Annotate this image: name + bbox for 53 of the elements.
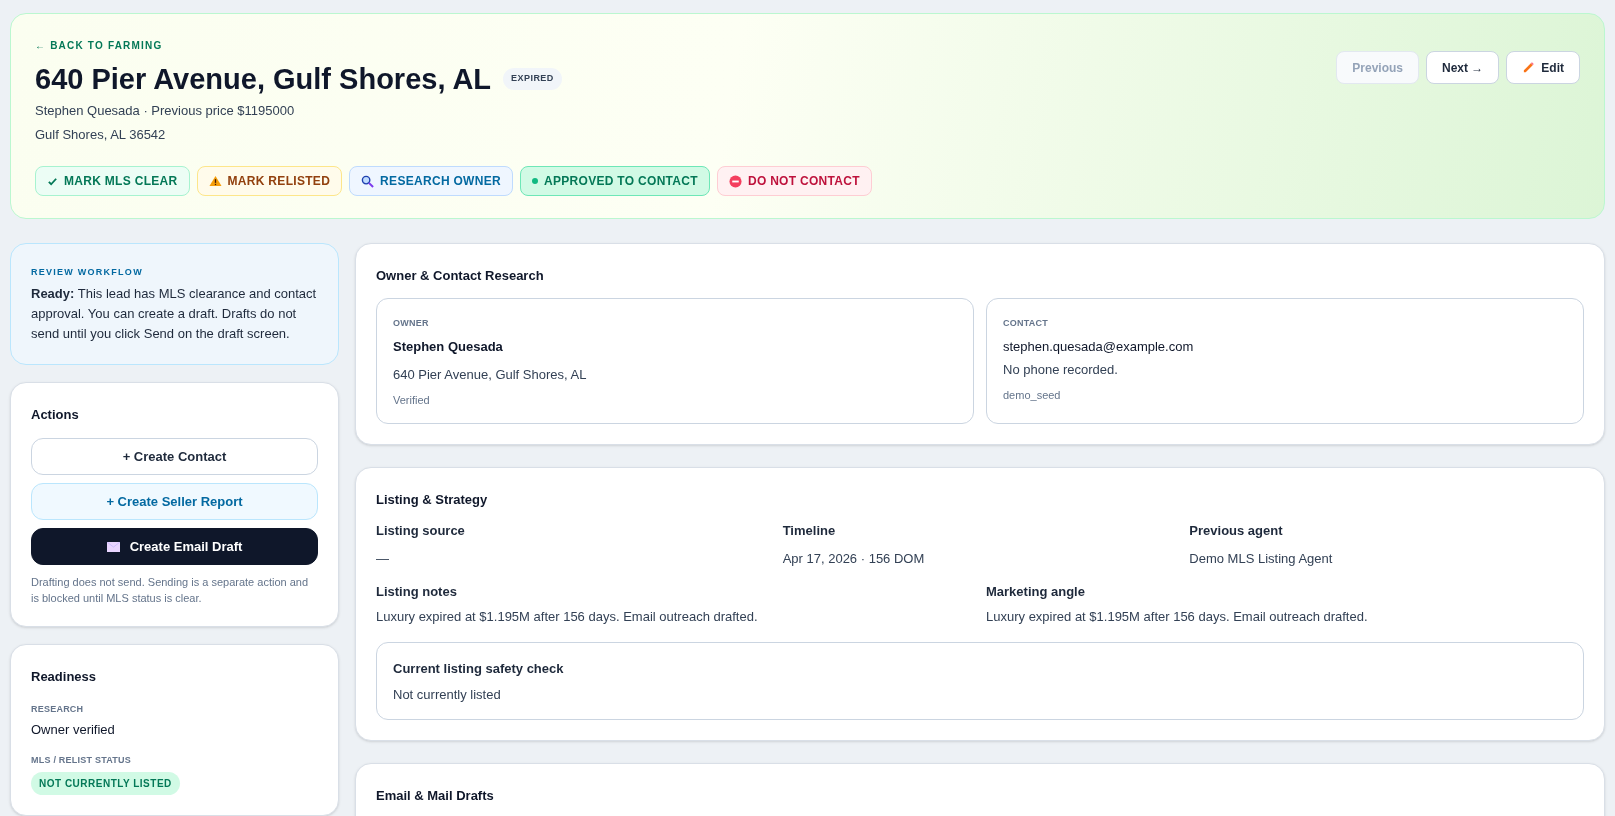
location-text: Gulf Shores, AL 36542 <box>35 125 167 144</box>
field-label: MLS / RELIST STATUS <box>31 753 132 767</box>
nav-button[interactable]: Edit <box>1506 51 1580 84</box>
field-label: Listing notes <box>376 583 458 602</box>
safety-check-value: Not currently listed <box>393 685 502 704</box>
contact-email: stephen.quesada@example.com <box>1003 338 1195 357</box>
field-label: CONTACT <box>1003 316 1049 330</box>
owner-price-text: Stephen Quesada · Previous price $1195000 <box>35 102 296 121</box>
pencil-icon <box>1522 61 1536 74</box>
field-value: Luxury expired at $1.195M after 156 days. Email outreach drafted. <box>376 607 759 626</box>
workflow-message: Ready: This lead has MLS clearance and contact approval. You can create a draft. Drafts do not send until you click Send on the draft screen. <box>31 284 318 343</box>
action-button[interactable]: + Create Contact <box>31 438 318 476</box>
panel-title: Actions <box>31 405 80 424</box>
field-value: Demo MLS Listing Agent <box>1189 549 1334 568</box>
panel-title: Readiness <box>31 668 98 687</box>
field-label: RESEARCH <box>31 702 85 716</box>
status-action-button[interactable]: RESEARCH OWNER <box>349 166 513 197</box>
action-button[interactable]: + Create Seller Report <box>31 483 318 521</box>
panel-title: Email & Mail Drafts <box>356 764 1604 816</box>
field-label: Marketing angle <box>986 583 1086 602</box>
field-value: — <box>376 549 390 568</box>
field-value: Luxury expired at $1.195M after 156 days. Email outreach drafted. <box>986 607 1369 626</box>
status-action-button[interactable]: MARK RELISTED <box>196 166 343 197</box>
nav-button[interactable]: Next → <box>1426 51 1500 84</box>
field-value: Owner verified <box>31 721 116 740</box>
field-label: OWNER <box>393 316 430 330</box>
field-label: Previous agent <box>1189 522 1284 541</box>
warning-icon <box>208 175 222 188</box>
field-label: Timeline <box>782 522 837 541</box>
section-label: REVIEW WORKFLOW <box>31 266 144 280</box>
back-link[interactable]: ← BACK TO FARMING <box>35 38 872 53</box>
owner-name: Stephen Quesada <box>393 338 504 357</box>
action-button[interactable]: Create Email Draft <box>31 528 318 566</box>
safety-check-title: Current listing safety check <box>393 660 565 679</box>
verification-status: Verified <box>393 393 431 409</box>
search-icon <box>361 174 375 188</box>
contact-phone: No phone recorded. <box>1003 360 1119 379</box>
no-entry-icon <box>728 174 742 188</box>
status-badge: NOT CURRENTLY LISTED <box>31 772 180 796</box>
status-action-button[interactable]: APPROVED TO CONTACT <box>520 166 710 197</box>
field-label: Listing source <box>376 522 466 541</box>
check-icon <box>47 175 58 187</box>
field-value: Apr 17, 2026 · 156 DOM <box>782 549 926 568</box>
status-action-button[interactable]: MARK MLS CLEAR <box>35 166 190 197</box>
status-action-button[interactable]: DO NOT CONTACT <box>716 166 872 197</box>
panel-title: Owner & Contact Research <box>376 267 545 286</box>
panel-title: Listing & Strategy <box>376 490 489 509</box>
owner-address: 640 Pier Avenue, Gulf Shores, AL <box>393 365 588 384</box>
contact-source: demo_seed <box>1003 388 1062 404</box>
envelope-icon <box>106 541 120 552</box>
drafting-note: Drafting does not send. Sending is a separate action and is blocked until MLS status is clear. <box>31 575 310 607</box>
status-badge: EXPIRED <box>503 68 562 90</box>
page-title: 640 Pier Avenue, Gulf Shores, AL <box>35 62 492 97</box>
